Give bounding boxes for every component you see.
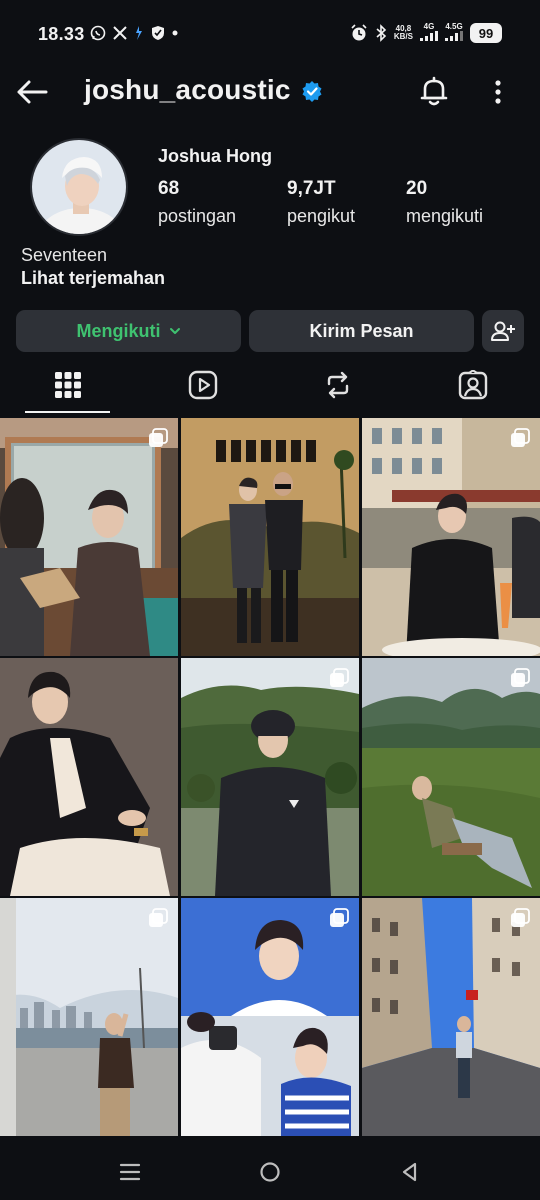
app-notification-icon bbox=[136, 26, 142, 40]
post-thumbnail-8[interactable] bbox=[181, 898, 359, 1136]
multiple-photos-icon bbox=[149, 908, 168, 927]
post-photo bbox=[0, 418, 178, 656]
chevron-down-icon bbox=[169, 328, 180, 334]
tab-reposts[interactable] bbox=[323, 370, 353, 400]
tab-tagged[interactable] bbox=[458, 370, 488, 400]
status-bar: 18.33 40,8 KB/S 4G 4.5G 99 bbox=[0, 0, 540, 70]
post-thumbnail-1[interactable] bbox=[0, 418, 178, 656]
followers-count: 9,7JT bbox=[287, 178, 336, 199]
profile-tabs bbox=[0, 362, 540, 414]
signal-bars-icon bbox=[420, 31, 438, 41]
alarm-icon bbox=[351, 24, 367, 41]
whatsapp-icon bbox=[90, 25, 106, 41]
post-photo bbox=[181, 418, 359, 656]
post-photo bbox=[362, 418, 540, 656]
posts-label: postingan bbox=[158, 206, 237, 226]
following-button[interactable]: Mengikuti bbox=[16, 310, 241, 352]
suggested-accounts-button[interactable] bbox=[482, 310, 524, 352]
recent-apps-icon[interactable] bbox=[118, 1160, 142, 1184]
status-time: 18.33 bbox=[38, 24, 85, 44]
back-triangle-icon[interactable] bbox=[398, 1160, 422, 1184]
post-photo bbox=[181, 658, 359, 896]
stat-following[interactable]: 20 mengikuti bbox=[406, 178, 483, 227]
back-arrow-icon[interactable] bbox=[16, 78, 48, 106]
profile-avatar[interactable] bbox=[30, 138, 128, 236]
profile-username: joshu_acoustic bbox=[84, 74, 291, 105]
signal-4g: 4G bbox=[420, 23, 438, 43]
post-thumbnail-6[interactable] bbox=[362, 658, 540, 896]
post-photo bbox=[0, 898, 178, 1136]
post-thumbnail-5[interactable] bbox=[181, 658, 359, 896]
multiple-photos-icon bbox=[511, 908, 530, 927]
active-tab-indicator bbox=[25, 411, 110, 413]
tab-grid-posts[interactable] bbox=[53, 370, 83, 400]
bluetooth-icon bbox=[376, 24, 387, 42]
profile-full-name: Joshua Hong bbox=[158, 146, 273, 166]
post-thumbnail-4[interactable] bbox=[0, 658, 178, 896]
following-label: mengikuti bbox=[406, 206, 484, 226]
home-icon[interactable] bbox=[258, 1160, 282, 1184]
post-thumbnail-2[interactable] bbox=[181, 418, 359, 656]
multiple-photos-icon bbox=[330, 908, 349, 927]
multiple-photos-icon bbox=[511, 428, 530, 447]
following-count: 20 bbox=[406, 178, 428, 199]
shield-icon bbox=[152, 26, 164, 40]
multiple-photos-icon bbox=[330, 668, 349, 687]
network-speed: 40,8 KB/S bbox=[393, 24, 413, 41]
post-thumbnail-9[interactable] bbox=[362, 898, 540, 1136]
x-app-icon bbox=[113, 26, 127, 40]
stat-posts[interactable]: 68 postingan bbox=[158, 178, 236, 227]
multiple-photos-icon bbox=[149, 428, 168, 447]
add-person-icon bbox=[491, 321, 515, 341]
status-system-icons: 40,8 KB/S 4G 4.5G 99 bbox=[350, 23, 502, 43]
post-thumbnail-7[interactable] bbox=[0, 898, 178, 1136]
following-button-label: Mengikuti bbox=[76, 320, 161, 341]
posts-count: 68 bbox=[158, 178, 180, 199]
status-notification-icons bbox=[90, 25, 178, 41]
profile-header: joshu_acoustic bbox=[0, 70, 540, 114]
post-photo bbox=[362, 658, 540, 896]
post-photo bbox=[362, 898, 540, 1136]
post-photo bbox=[0, 658, 178, 896]
multiple-photos-icon bbox=[511, 668, 530, 687]
more-options-icon[interactable] bbox=[488, 78, 508, 106]
signal-bars-icon bbox=[445, 31, 463, 41]
followers-label: pengikut bbox=[287, 206, 356, 226]
notification-bell-icon[interactable] bbox=[417, 74, 451, 108]
posts-grid bbox=[0, 418, 540, 1138]
send-message-button[interactable]: Kirim Pesan bbox=[249, 310, 474, 352]
tab-reels[interactable] bbox=[188, 370, 218, 400]
stat-followers[interactable]: 9,7JT pengikut bbox=[287, 178, 355, 227]
signal-4-5g: 4.5G bbox=[445, 23, 463, 43]
post-photo bbox=[181, 898, 359, 1136]
profile-bio: Seventeen bbox=[21, 245, 108, 265]
post-thumbnail-3[interactable] bbox=[362, 418, 540, 656]
see-translation-link[interactable]: Lihat terjemahan bbox=[21, 268, 165, 289]
system-navigation-bar bbox=[0, 1140, 540, 1200]
verified-badge-icon bbox=[302, 81, 322, 102]
more-notifications-dot-icon bbox=[172, 30, 178, 36]
send-message-label: Kirim Pesan bbox=[309, 320, 414, 341]
battery-indicator: 99 bbox=[470, 23, 502, 43]
